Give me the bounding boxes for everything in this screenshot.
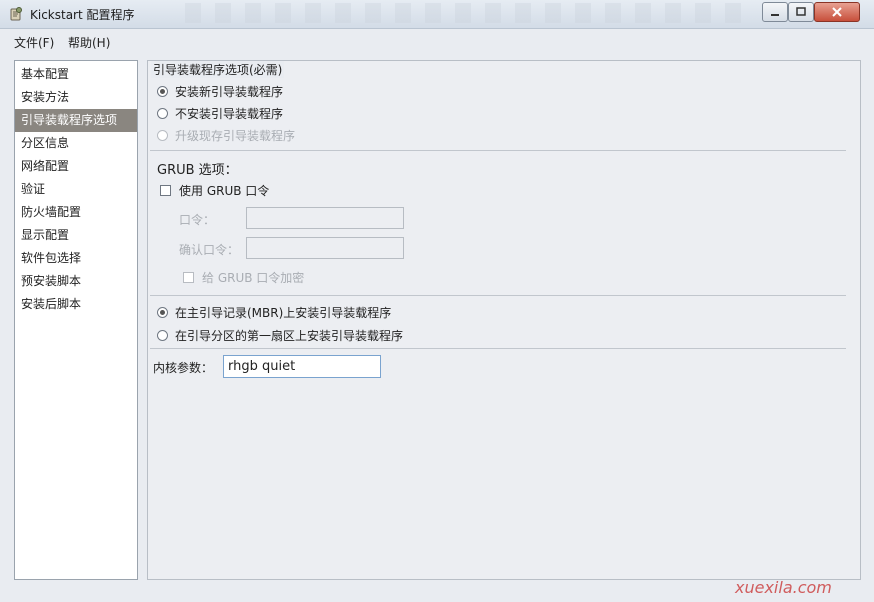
divider — [150, 150, 846, 151]
sidebar-item-firewall-config[interactable]: 防火墙配置 — [15, 201, 137, 224]
install-mbr-radio[interactable] — [157, 307, 168, 318]
use-grub-password-option[interactable]: 使用 GRUB 口令 — [160, 182, 269, 199]
minimize-icon — [771, 14, 779, 16]
kernel-params-label: 内核参数： — [153, 361, 214, 375]
sidebar-item-bootloader-options[interactable]: 引导装载程序选项 — [15, 109, 137, 132]
confirm-password-label-row: 确认口令： — [179, 241, 239, 258]
section-list: 基本配置 安装方法 引导装载程序选项 分区信息 网络配置 验证 防火墙配置 显示… — [14, 60, 138, 580]
upgrade-bootloader-option: 升级现存引导装载程序 — [157, 127, 295, 144]
install-new-bootloader-option[interactable]: 安装新引导装载程序 — [157, 83, 283, 100]
menu-bar: 文件(F) 帮助(H) — [0, 29, 874, 53]
confirm-password-field — [246, 237, 404, 259]
menu-help[interactable]: 帮助(H) — [68, 34, 110, 51]
upgrade-label: 升级现存引导装载程序 — [175, 129, 296, 143]
no-install-label: 不安装引导装载程序 — [175, 107, 284, 121]
window-title: Kickstart 配置程序 — [30, 8, 135, 22]
no-bootloader-option[interactable]: 不安装引导装载程序 — [157, 105, 283, 122]
sidebar-item-display-config[interactable]: 显示配置 — [15, 224, 137, 247]
kickstart-app-icon — [10, 7, 22, 21]
sidebar-item-pre-install-script[interactable]: 预安装脚本 — [15, 270, 137, 293]
confirm-password-label: 确认口令： — [179, 243, 240, 257]
encrypt-grub-password-option: 给 GRUB 口令加密 — [183, 269, 304, 286]
background-toolbar-ghost — [185, 3, 745, 23]
maximize-icon — [796, 7, 806, 16]
upgrade-radio — [157, 130, 168, 141]
divider — [150, 348, 846, 349]
close-icon — [832, 7, 842, 17]
close-button[interactable] — [814, 2, 860, 22]
title-bar: Kickstart 配置程序 — [0, 0, 874, 29]
install-partition-radio[interactable] — [157, 330, 168, 341]
bootloader-group-label: 引导装载程序选项(必需) — [151, 61, 285, 78]
use-grub-password-label: 使用 GRUB 口令 — [179, 184, 270, 198]
sidebar-item-basic-config[interactable]: 基本配置 — [15, 63, 137, 86]
password-label: 口令： — [179, 213, 216, 227]
sidebar-item-package-selection[interactable]: 软件包选择 — [15, 247, 137, 270]
kernel-params-label-row: 内核参数： — [153, 359, 213, 376]
sidebar-item-partition-info[interactable]: 分区信息 — [15, 132, 137, 155]
no-install-radio[interactable] — [157, 108, 168, 119]
install-mbr-label: 在主引导记录(MBR)上安装引导装载程序 — [175, 306, 392, 320]
grub-heading-label: GRUB 选项： — [157, 163, 238, 178]
sidebar-item-authentication[interactable]: 验证 — [15, 178, 137, 201]
kernel-params-input[interactable] — [223, 355, 381, 378]
password-field — [246, 207, 404, 229]
divider — [150, 295, 846, 296]
sidebar-item-post-install-script[interactable]: 安装后脚本 — [15, 293, 137, 316]
install-on-mbr-option[interactable]: 在主引导记录(MBR)上安装引导装载程序 — [157, 304, 391, 321]
install-new-radio[interactable] — [157, 86, 168, 97]
install-on-partition-option[interactable]: 在引导分区的第一扇区上安装引导装载程序 — [157, 327, 403, 344]
use-grub-password-checkbox[interactable] — [160, 185, 171, 196]
sidebar-item-network-config[interactable]: 网络配置 — [15, 155, 137, 178]
menu-file[interactable]: 文件(F) — [14, 34, 54, 51]
encrypt-grub-password-label: 给 GRUB 口令加密 — [202, 271, 305, 285]
grub-options-heading: GRUB 选项： — [157, 159, 238, 178]
install-new-label: 安装新引导装载程序 — [175, 85, 284, 99]
watermark: xuexila.com — [735, 578, 832, 597]
install-partition-label: 在引导分区的第一扇区上安装引导装载程序 — [175, 329, 404, 343]
sidebar-item-install-method[interactable]: 安装方法 — [15, 86, 137, 109]
encrypt-grub-password-checkbox — [183, 272, 194, 283]
password-label-row: 口令： — [179, 211, 215, 228]
minimize-button[interactable] — [762, 2, 788, 22]
maximize-button[interactable] — [788, 2, 814, 22]
